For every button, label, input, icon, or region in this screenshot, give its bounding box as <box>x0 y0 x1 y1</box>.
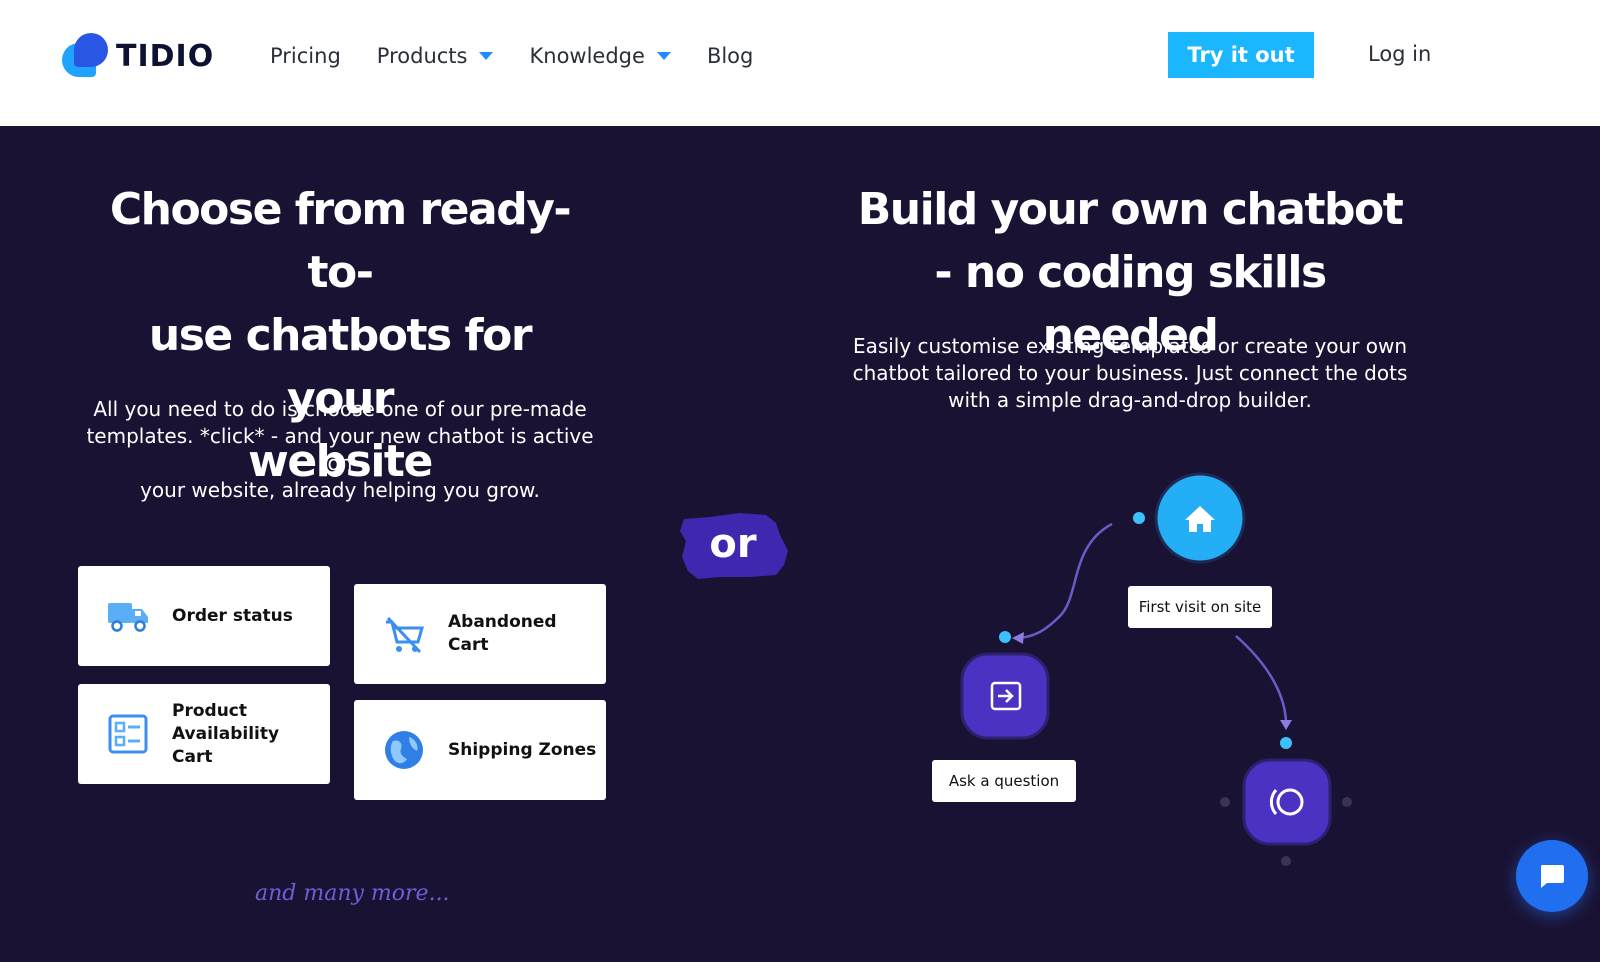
left-paragraph-line: your website, already helping you grow. <box>140 478 540 502</box>
main-nav: Pricing Products Knowledge Blog <box>270 44 789 68</box>
right-paragraph-line: Easily customise existing templates or c… <box>852 334 1408 358</box>
template-card-product-availability[interactable]: Product Availability Cart <box>78 684 330 784</box>
left-paragraph-line: All you need to do is choose one of our … <box>93 397 587 421</box>
right-paragraph-line: with a simple drag-and-drop builder. <box>948 388 1312 412</box>
login-link[interactable]: Log in <box>1368 42 1431 66</box>
nav-knowledge-label: Knowledge <box>529 44 645 68</box>
nav-products-label: Products <box>376 44 468 68</box>
logo-text: TIDIO <box>116 38 215 74</box>
left-paragraph: All you need to do is choose one of our … <box>80 396 600 504</box>
or-label: or <box>709 521 757 567</box>
nav-blog[interactable]: Blog <box>707 44 753 68</box>
nav-pricing[interactable]: Pricing <box>270 44 341 68</box>
logo-mark-icon <box>62 33 108 79</box>
connection-dot[interactable] <box>1342 797 1352 807</box>
template-card-label: Product Availability Cart <box>172 700 279 769</box>
template-card-label: Shipping Zones <box>448 739 597 760</box>
template-card-label-line: Availability <box>172 723 280 744</box>
arrow-head-icon <box>1012 632 1024 644</box>
truck-icon <box>106 594 150 638</box>
ask-question-tag[interactable]: Ask a question <box>932 760 1076 802</box>
checklist-icon <box>106 712 150 756</box>
connection-dot[interactable] <box>999 631 1011 643</box>
and-many-more-text: and many more... <box>255 881 450 906</box>
nav-pricing-label: Pricing <box>270 44 341 68</box>
tidio-logo[interactable]: TIDIO <box>62 33 214 79</box>
template-card-label: Order status <box>172 605 293 626</box>
chevron-down-icon <box>479 52 494 60</box>
hero-section: Choose from ready-to- use chatbots for y… <box>0 126 1600 962</box>
template-card-label-line: Cart <box>448 635 489 655</box>
connector-home-to-ask <box>1019 522 1113 640</box>
template-card-label-line: Product <box>172 700 247 721</box>
template-card-label-line: Abandoned <box>448 612 557 632</box>
nav-products[interactable]: Products <box>377 44 494 68</box>
ask-question-node[interactable] <box>960 652 1050 740</box>
template-card-order-status[interactable]: Order status <box>78 566 330 666</box>
first-visit-tag[interactable]: First visit on site <box>1128 586 1272 628</box>
right-heading-line: Build your own chatbot <box>857 184 1404 235</box>
left-heading-line: Choose from ready-to- <box>109 184 572 298</box>
connection-dot[interactable] <box>1280 737 1292 749</box>
cart-cancel-icon <box>382 612 426 656</box>
globe-icon <box>382 728 426 772</box>
template-card-abandoned-cart[interactable]: Abandoned Cart <box>354 584 606 684</box>
right-paragraph: Easily customise existing templates or c… <box>850 333 1410 414</box>
site-header: TIDIO Pricing Products Knowledge Blog Tr… <box>0 0 1600 126</box>
bot-node[interactable] <box>1242 758 1332 846</box>
chat-bubble-icon <box>1541 865 1564 888</box>
connection-dot[interactable] <box>1133 512 1145 524</box>
arrow-head-icon <box>1280 720 1292 730</box>
nav-blog-label: Blog <box>706 44 754 68</box>
connector-home-to-bot <box>1235 635 1288 723</box>
template-card-label-line: Cart <box>172 746 213 767</box>
chat-widget-button[interactable] <box>1516 840 1588 912</box>
left-paragraph-line: templates. *click* - and your new chatbo… <box>86 424 594 475</box>
try-it-out-button[interactable]: Try it out <box>1168 32 1314 78</box>
chevron-down-icon <box>656 52 671 60</box>
template-card-label: Abandoned Cart <box>448 611 557 657</box>
home-node[interactable] <box>1154 472 1246 564</box>
right-paragraph-line: chatbot tailored to your business. Just … <box>852 361 1408 385</box>
connection-dot[interactable] <box>1281 856 1291 866</box>
connection-dot[interactable] <box>1220 797 1230 807</box>
nav-knowledge[interactable]: Knowledge <box>529 44 671 68</box>
or-divider: or <box>680 511 790 581</box>
template-card-shipping-zones[interactable]: Shipping Zones <box>354 700 606 800</box>
